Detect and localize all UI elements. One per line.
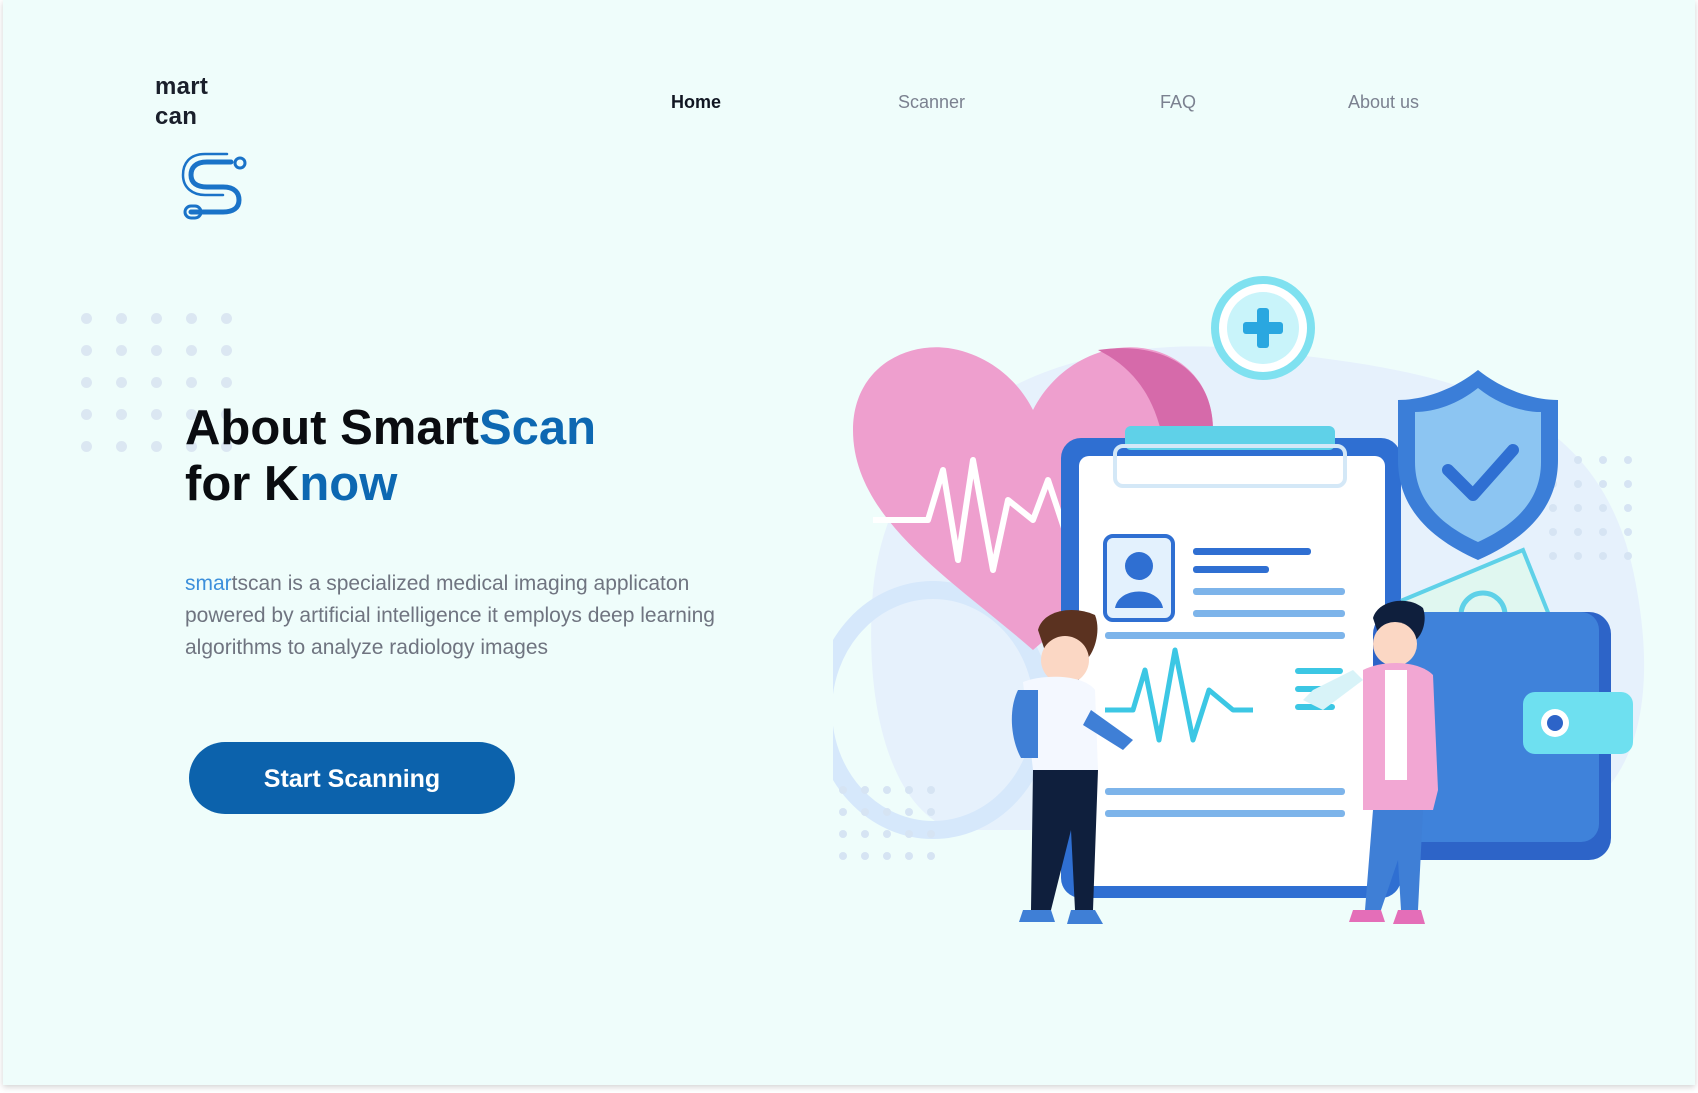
nav-about-us[interactable]: About us [1348, 92, 1419, 113]
page-frame: mart can Home Scanner FAQ About us About… [3, 0, 1695, 1085]
brand-wordmark[interactable]: mart can [155, 72, 208, 132]
decorative-dot [151, 377, 162, 388]
decorative-dot [151, 313, 162, 324]
decorative-dot [81, 441, 92, 452]
start-scanning-button[interactable]: Start Scanning [189, 742, 515, 814]
brand-line-2: can [155, 103, 198, 130]
decorative-dot [116, 441, 127, 452]
decorative-dot [151, 441, 162, 452]
decorative-dot [186, 313, 197, 324]
decorative-dot [151, 345, 162, 356]
brand-line-1: mart [155, 73, 209, 100]
decorative-dot [186, 377, 197, 388]
decorative-dot [151, 409, 162, 420]
plus-circle-icon [1211, 276, 1315, 380]
title-part-2: Scan [479, 401, 597, 455]
nav-scanner[interactable]: Scanner [898, 92, 965, 113]
medical-illustration [833, 276, 1645, 924]
decorative-dot [81, 409, 92, 420]
title-part-1: About Smart [185, 401, 479, 455]
hero-description: smartscan is a specialized medical imagi… [185, 568, 765, 664]
decorative-dot [221, 345, 232, 356]
desc-text: tscan is a specialized medical imaging a… [185, 572, 715, 659]
hero-title: About SmartScan for Know [185, 400, 596, 512]
decorative-dot [81, 345, 92, 356]
title-part-3: for K [185, 457, 300, 511]
decorative-dot [116, 345, 127, 356]
decorative-dot [116, 313, 127, 324]
decorative-dot [186, 345, 197, 356]
decorative-dot [116, 409, 127, 420]
decorative-dot [81, 377, 92, 388]
decorative-dot [81, 313, 92, 324]
clipboard-report-icon [1061, 426, 1401, 898]
decorative-dot [221, 377, 232, 388]
desc-highlight: smar [185, 572, 232, 595]
nav-home[interactable]: Home [671, 92, 721, 113]
decorative-dot [116, 377, 127, 388]
stethoscope-s-logo-icon[interactable] [179, 150, 253, 224]
decorative-dot [221, 313, 232, 324]
title-part-4: now [299, 457, 398, 511]
nav-faq[interactable]: FAQ [1160, 92, 1196, 113]
